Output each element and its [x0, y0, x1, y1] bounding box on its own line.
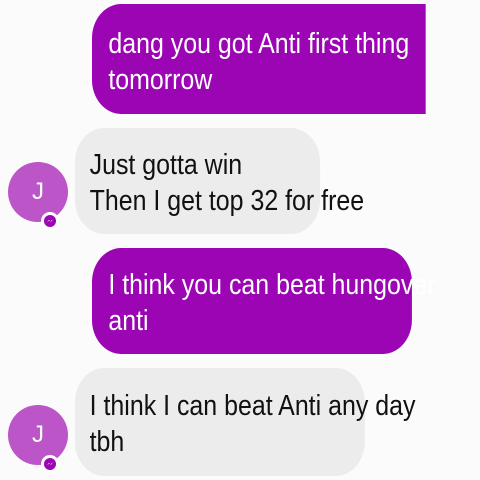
avatar-initial: J: [32, 421, 44, 448]
message-line: I think you can beat hungover: [108, 269, 436, 301]
avatar[interactable]: J: [8, 162, 68, 222]
message-line: dang you got Anti first thing: [108, 28, 410, 60]
message-line: Then I get top 32 for free: [89, 185, 365, 217]
messenger-badge-icon: [41, 455, 59, 473]
avatar[interactable]: J: [8, 405, 68, 465]
message-line: anti: [108, 305, 149, 337]
message-bubble-received[interactable]: Just gotta win Then I get top 32 for fre…: [75, 128, 365, 234]
messenger-badge-icon: [41, 212, 59, 230]
message-line: Just gotta win: [89, 149, 243, 181]
message-bubble-sent[interactable]: dang you got Anti first thing tomorrow: [92, 4, 426, 114]
message-line: I think I can beat Anti any day: [89, 390, 416, 422]
message-line: tbh: [89, 426, 125, 458]
avatar-initial: J: [32, 178, 44, 205]
conversation-view: dang you got Anti first thing tomorrow J…: [0, 0, 480, 480]
message-bubble-received[interactable]: I think I can beat Anti any day tbh: [75, 368, 416, 476]
message-line: tomorrow: [108, 64, 213, 96]
message-bubble-sent[interactable]: I think you can beat hungover anti: [92, 248, 436, 354]
